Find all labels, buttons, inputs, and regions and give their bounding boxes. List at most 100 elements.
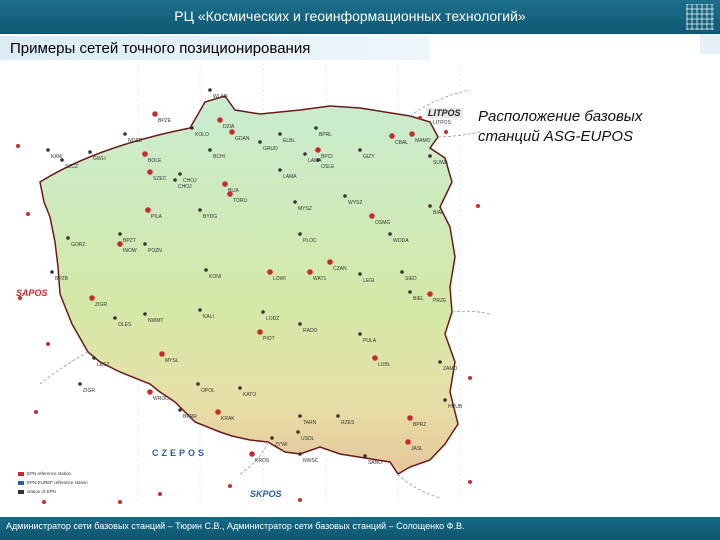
title-bar: РЦ «Космических и геоинформационных техн… <box>0 0 720 34</box>
station-marker <box>407 415 413 421</box>
station-marker <box>208 148 212 152</box>
station-label: INOW <box>123 248 137 254</box>
station-label: KROS <box>255 458 270 464</box>
station-marker <box>388 232 392 236</box>
station-marker <box>78 382 82 386</box>
station-marker <box>92 356 96 360</box>
station-label: CHOJ <box>178 184 192 190</box>
station-label: SZCZ <box>65 164 78 170</box>
litpos-tag: LITPOS <box>426 108 463 118</box>
station-marker <box>66 236 70 240</box>
station-marker <box>267 269 273 275</box>
station-label: BOLE <box>148 158 162 164</box>
station-marker <box>173 178 177 182</box>
station-marker <box>143 242 147 246</box>
station-marker <box>258 140 262 144</box>
footer-bar: Администратор сети базовых станций – Тюр… <box>0 517 720 540</box>
station-label: LITPOS <box>433 120 451 126</box>
station-label: JASL <box>411 446 423 452</box>
station-label: RZES <box>341 420 355 426</box>
station-label: LODZ <box>266 316 279 322</box>
station-marker <box>50 270 54 274</box>
page-title: РЦ «Космических и геоинформационных техн… <box>174 8 526 24</box>
station-marker <box>215 409 221 415</box>
station-marker <box>278 132 282 136</box>
station-marker <box>118 232 122 236</box>
station-label: NWSC <box>303 458 319 464</box>
station-marker <box>343 194 347 198</box>
station-label: DZIA <box>223 124 235 130</box>
station-label: CBAL <box>395 140 408 146</box>
slide-subtitle: Примеры сетей точного позиционирования <box>10 40 311 57</box>
station-label: BPRL <box>319 132 332 138</box>
station-marker <box>145 207 151 213</box>
legend-swatch <box>18 481 24 485</box>
station-label: KONI <box>209 274 221 280</box>
station-label: OSMG <box>375 220 390 226</box>
station-label: KANI <box>51 154 63 160</box>
legend-swatch <box>18 472 24 476</box>
station-marker <box>238 386 242 390</box>
station-marker <box>113 316 117 320</box>
station-marker <box>428 154 432 158</box>
station-label: KRAK <box>221 416 235 422</box>
station-label: CZAN <box>333 266 347 272</box>
station-label: WODA <box>393 238 409 244</box>
station-label: LAMA <box>308 158 322 164</box>
station-label: BIEL <box>413 296 424 302</box>
station-label: SANO <box>368 460 382 466</box>
station-label: HRUB <box>448 404 463 410</box>
station-label: WLAD <box>213 94 228 100</box>
station-marker <box>409 131 415 137</box>
station-label: LEGI <box>363 278 374 284</box>
station-label: PILA <box>151 214 163 220</box>
station-marker <box>88 150 92 154</box>
station-marker <box>298 414 302 418</box>
station-marker <box>227 191 233 197</box>
station-label: KATO <box>243 392 256 398</box>
station-marker <box>123 132 127 136</box>
station-marker <box>293 200 297 204</box>
station-label: LOWI <box>273 276 286 282</box>
legend-swatch <box>18 490 24 494</box>
station-marker <box>363 454 367 458</box>
station-label: PLOC <box>303 238 317 244</box>
station-marker <box>358 332 362 336</box>
station-marker <box>89 295 95 301</box>
station-marker <box>314 126 318 130</box>
station-label: BPZE <box>158 118 172 124</box>
station-label: RADO <box>303 328 318 334</box>
station-marker <box>147 169 153 175</box>
station-label: WROC <box>153 396 169 402</box>
station-marker <box>190 126 194 130</box>
footer-text: Администратор сети базовых станций – Тюр… <box>6 521 465 531</box>
station-marker <box>257 329 263 335</box>
station-label: NWMT <box>148 318 164 324</box>
station-label: GORZ <box>71 242 85 248</box>
station-marker <box>400 270 404 274</box>
station-label: POZN <box>148 248 162 254</box>
station-marker <box>298 452 302 456</box>
station-label: WAT1 <box>313 276 327 282</box>
station-marker <box>428 204 432 208</box>
station-marker <box>296 430 300 434</box>
station-marker <box>278 168 282 172</box>
station-label: WYSZ <box>348 200 362 206</box>
station-label: SUWA <box>433 160 448 166</box>
station-marker <box>217 117 223 123</box>
station-marker <box>298 232 302 236</box>
station-label: ZIGR <box>95 302 107 308</box>
station-marker <box>196 382 200 386</box>
station-marker <box>389 133 395 139</box>
station-marker <box>222 181 228 187</box>
station-label: MAMO <box>415 138 431 144</box>
station-label: LAMA <box>283 174 297 180</box>
station-marker <box>443 398 447 402</box>
station-marker <box>270 436 274 440</box>
caption: Расположение базовых станций ASG-EUPOS <box>478 107 713 147</box>
station-label: GRUD <box>263 146 278 152</box>
station-marker <box>298 322 302 326</box>
station-marker <box>405 439 411 445</box>
station-label: LUBL <box>378 362 391 368</box>
station-label: ELBL <box>283 138 295 144</box>
